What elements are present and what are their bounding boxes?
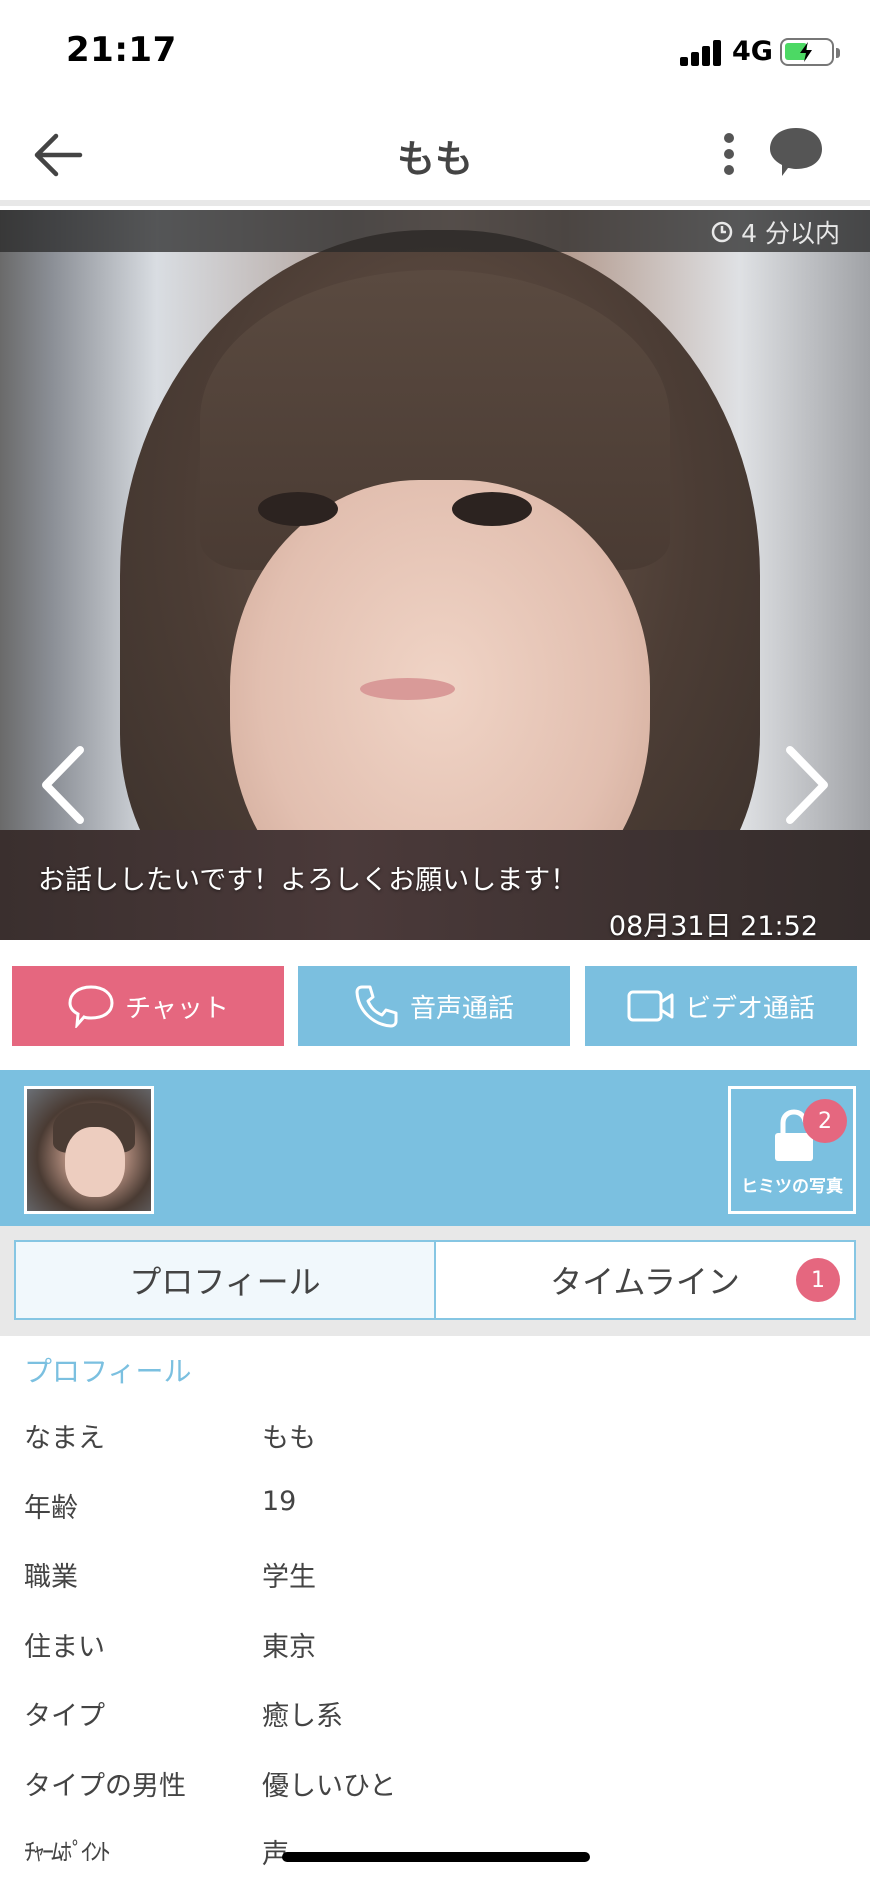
profile-row-value: 癒し系 <box>262 1701 343 1732</box>
profile-row: 職業 学生 <box>0 1541 870 1611</box>
secret-photos-count-badge: 2 <box>803 1099 847 1143</box>
profile-row: タイプの男性 優しいひと <box>0 1750 870 1820</box>
photo-message: お話ししたいです！よろしくお願いします！ <box>38 865 578 896</box>
video-call-button[interactable]: ビデオ通話 <box>585 966 857 1046</box>
profile-row-label: タイプの男性 <box>24 1771 186 1802</box>
more-dot-icon <box>724 165 734 175</box>
tab-profile[interactable]: プロフィール <box>14 1240 436 1320</box>
phone-icon <box>355 985 398 1028</box>
chat-button[interactable]: チャット <box>12 966 284 1046</box>
next-photo-button[interactable] <box>776 740 836 830</box>
chat-button-label: チャット <box>125 993 229 1024</box>
photo-band: 2 ヒミツの写真 <box>0 1070 870 1226</box>
profile-row-label: タイプ <box>24 1701 105 1732</box>
profile-row-value: 東京 <box>262 1632 316 1663</box>
profile-row-value: 学生 <box>262 1562 316 1593</box>
profile-thumbnail[interactable] <box>24 1086 154 1214</box>
video-call-label: ビデオ通話 <box>684 993 815 1024</box>
profile-section-title: プロフィール <box>24 1355 192 1388</box>
last-login: 4 分以内 <box>711 214 840 250</box>
action-bar: チャット 音声通話 ビデオ通話 <box>0 940 870 1070</box>
status-time: 21:17 <box>66 30 177 70</box>
profile-row-label: 年齢 <box>24 1493 78 1524</box>
home-indicator[interactable] <box>282 1852 590 1862</box>
profile-row: タイプ 癒し系 <box>0 1680 870 1750</box>
profile-row: 住まい 東京 <box>0 1611 870 1681</box>
profile-row-value: 19 <box>262 1486 297 1517</box>
clock-icon <box>711 221 733 243</box>
profile-row-value: 優しいひと <box>262 1771 397 1802</box>
photo-topbar: 4 分以内 <box>0 210 870 252</box>
timeline-badge: 1 <box>796 1258 840 1302</box>
speech-bubble-icon <box>68 985 114 1028</box>
battery-icon <box>780 38 840 66</box>
secret-photos-button[interactable]: 2 ヒミツの写真 <box>728 1086 856 1214</box>
voice-call-label: 音声通話 <box>409 993 514 1024</box>
profile-row-value: もも <box>262 1423 316 1454</box>
chat-header-button[interactable] <box>766 124 826 180</box>
more-dot-icon <box>724 133 734 143</box>
photo-date: 08月31日 21:52 <box>608 911 818 940</box>
tab-profile-label: プロフィール <box>129 1263 321 1301</box>
chevron-right-icon <box>786 746 828 824</box>
header: もも <box>0 100 870 206</box>
profile-row-label: 職業 <box>24 1562 78 1593</box>
tab-timeline-label: タイムライン <box>550 1263 740 1301</box>
network-type: 4G <box>732 36 773 67</box>
tab-timeline[interactable]: タイムライン 1 <box>434 1240 856 1320</box>
profile-row: 年齢 19 <box>0 1472 870 1542</box>
status-bar: 21:17 4G <box>0 0 870 100</box>
chevron-left-icon <box>42 746 84 824</box>
last-login-text: 4 分以内 <box>741 219 840 248</box>
signal-icon <box>680 38 724 66</box>
more-options-button[interactable] <box>718 130 740 180</box>
secret-photos-label: ヒミツの写真 <box>741 1177 843 1197</box>
speech-bubble-icon <box>770 128 822 176</box>
profile-row: ﾁｬｰﾑﾎﾟｲﾝﾄ 声 <box>0 1818 870 1884</box>
previous-photo-button[interactable] <box>34 740 94 830</box>
voice-call-button[interactable]: 音声通話 <box>298 966 570 1046</box>
profile-row-label: なまえ <box>24 1423 105 1454</box>
profile-row-label: ﾁｬｰﾑﾎﾟｲﾝﾄ <box>24 1838 111 1866</box>
more-dot-icon <box>724 149 734 159</box>
profile-row: なまえ もも <box>0 1402 870 1472</box>
profile-photo[interactable]: 4 分以内 お話ししたいです！よろしくお願いします！ 08月31日 21:52 <box>0 210 870 940</box>
video-camera-icon <box>627 990 674 1022</box>
tab-bar: プロフィール タイムライン 1 <box>0 1226 870 1336</box>
profile-row-label: 住まい <box>24 1632 105 1663</box>
